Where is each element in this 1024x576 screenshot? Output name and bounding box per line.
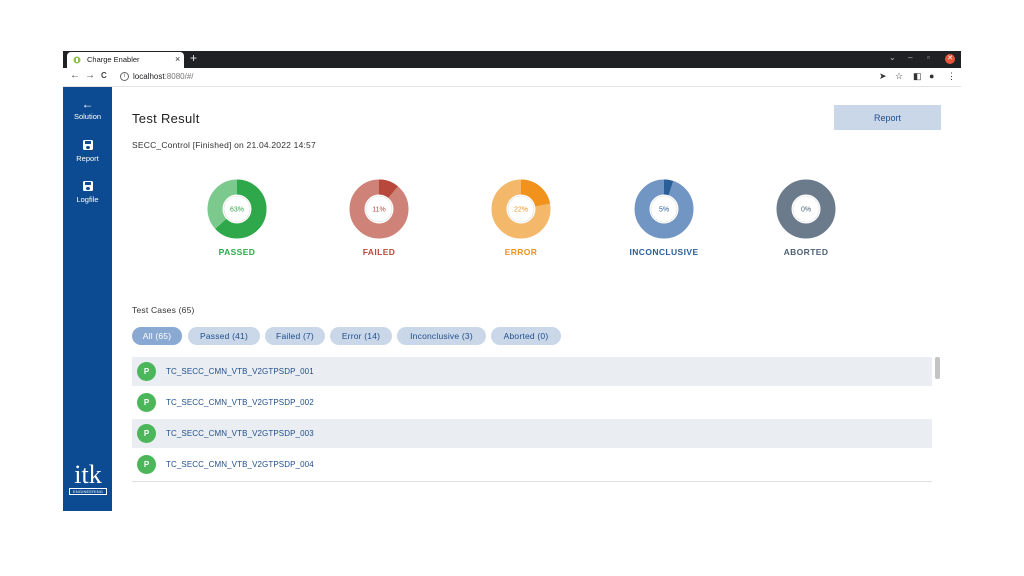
status-badge: P (137, 455, 156, 474)
donut-percent: 63% (230, 207, 244, 214)
donut-label: ABORTED (783, 247, 829, 257)
side-panel-icon[interactable]: ◧ (913, 71, 922, 82)
browser-window: Charge Enabler × + ⌄ – ▫ ✕ ← → C i local… (63, 51, 961, 511)
close-window-icon[interactable]: ✕ (945, 54, 955, 64)
donut-label: ERROR (504, 247, 538, 257)
donut-percent: 5% (659, 207, 669, 214)
test-cases-title: Test Cases (65) (132, 305, 195, 315)
status-badge: P (137, 424, 156, 443)
donut-percent: 11% (372, 207, 386, 214)
donut-label: INCONCLUSIVE (629, 247, 699, 257)
donut-failed: 11% (349, 179, 409, 239)
arrow-left-icon: ← (81, 97, 94, 111)
donut-label: FAILED (362, 247, 396, 257)
restore-icon[interactable]: ▫ (927, 53, 930, 62)
itk-logo: itk ENGINEERING (69, 460, 107, 495)
tab-close-icon[interactable]: × (175, 54, 180, 64)
test-case-name[interactable]: TC_SECC_CMN_VTB_V2GTPSDP_001 (166, 367, 314, 376)
table-row[interactable]: P TC_SECC_CMN_VTB_V2GTPSDP_003 (132, 419, 932, 448)
url-host: localhost (133, 72, 165, 81)
profile-icon[interactable]: ● (929, 71, 934, 81)
donut-inconclusive: 5% (634, 179, 694, 239)
test-case-name[interactable]: TC_SECC_CMN_VTB_V2GTPSDP_003 (166, 429, 314, 438)
main-content: Test Result Report SECC_Control [Finishe… (112, 87, 961, 511)
menu-icon[interactable]: ⋮ (947, 71, 956, 82)
minimize-icon[interactable]: – (908, 53, 912, 62)
sidebar-item-report[interactable]: Report (63, 139, 112, 163)
list-divider (132, 481, 932, 482)
status-badge: P (137, 393, 156, 412)
test-case-name[interactable]: TC_SECC_CMN_VTB_V2GTPSDP_004 (166, 460, 314, 469)
filter-chip[interactable]: All (65) (132, 327, 182, 345)
test-case-name[interactable]: TC_SECC_CMN_VTB_V2GTPSDP_002 (166, 398, 314, 407)
reload-icon[interactable]: C (101, 71, 107, 80)
donut-passed: 63% (207, 179, 267, 239)
run-subtitle: SECC_Control [Finished] on 21.04.2022 14… (132, 140, 316, 150)
sidebar-item-label: Report (76, 154, 99, 163)
tab-search-icon[interactable]: ⌄ (889, 53, 896, 62)
page-title: Test Result (132, 111, 200, 126)
logo-subtext: ENGINEERING (69, 488, 107, 495)
table-row[interactable]: P TC_SECC_CMN_VTB_V2GTPSDP_002 (132, 388, 932, 417)
forward-icon[interactable]: → (85, 70, 95, 81)
status-badge: P (137, 362, 156, 381)
donut-error: 22% (491, 179, 551, 239)
filter-chip[interactable]: Inconclusive (3) (397, 327, 486, 345)
send-icon[interactable]: ➤ (879, 71, 887, 82)
tab-strip: Charge Enabler × + ⌄ – ▫ ✕ (63, 51, 961, 68)
donut-percent: 0% (801, 207, 811, 214)
logo-text: itk (74, 460, 102, 489)
filter-chip[interactable]: Aborted (0) (491, 327, 561, 345)
report-button[interactable]: Report (834, 105, 941, 130)
sidebar-item-label: Logfile (76, 195, 99, 204)
scrollbar[interactable] (935, 357, 940, 379)
plug-icon (73, 56, 81, 64)
donut-percent: 22% (514, 207, 528, 214)
filter-chip[interactable]: Passed (41) (188, 327, 260, 345)
tab-title: Charge Enabler (87, 55, 140, 64)
browser-toolbar: ← → C i localhost:8080/#/ ➤ ☆ ◧ ● ⋮ (63, 68, 961, 87)
floppy-icon (82, 181, 93, 191)
back-icon[interactable]: ← (70, 70, 80, 81)
filter-chip[interactable]: Failed (7) (265, 327, 325, 345)
address-bar[interactable]: localhost:8080/#/ (133, 72, 194, 81)
sidebar: ← Solution Report Logfile itk ENGINEERIN… (63, 87, 112, 511)
star-icon[interactable]: ☆ (895, 71, 903, 82)
new-tab-button[interactable]: + (190, 51, 197, 65)
site-info-icon[interactable]: i (120, 72, 129, 81)
table-row[interactable]: P TC_SECC_CMN_VTB_V2GTPSDP_001 (132, 357, 932, 386)
browser-tab[interactable]: Charge Enabler × (67, 52, 184, 68)
filter-chip[interactable]: Error (14) (330, 327, 392, 345)
donut-aborted: 0% (776, 179, 836, 239)
sidebar-item-solution[interactable]: ← Solution (63, 97, 112, 121)
donut-label: PASSED (218, 247, 256, 257)
table-row[interactable]: P TC_SECC_CMN_VTB_V2GTPSDP_004 (132, 450, 932, 479)
url-path: :8080/#/ (164, 72, 194, 81)
sidebar-item-logfile[interactable]: Logfile (63, 180, 112, 204)
sidebar-item-label: Solution (73, 112, 102, 121)
floppy-icon (82, 140, 93, 150)
